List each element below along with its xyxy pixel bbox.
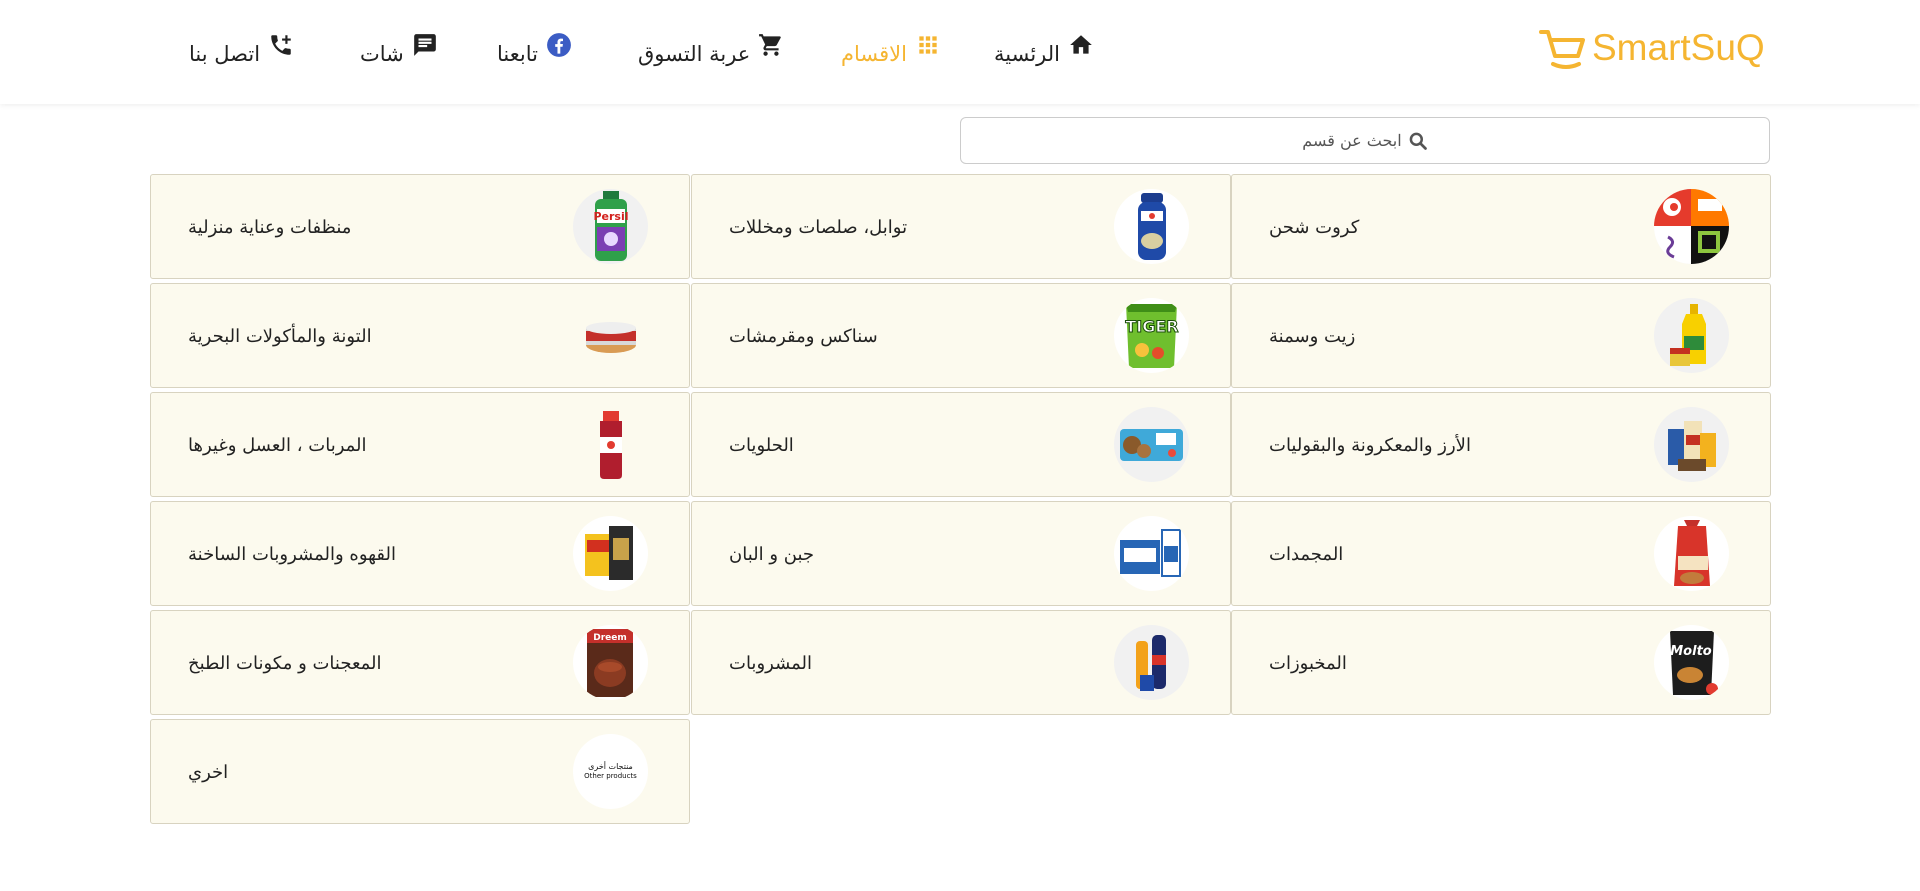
- category-search-field[interactable]: ابحث عن قسم: [960, 117, 1770, 164]
- tuna-can-image: [573, 298, 648, 373]
- nav-categories[interactable]: الاقسام: [841, 30, 941, 66]
- nav-home[interactable]: الرئسية: [994, 30, 1094, 66]
- search-placeholder: ابحث عن قسم: [1302, 131, 1402, 150]
- nav-cart[interactable]: عربة التسوق: [638, 30, 784, 66]
- category-card[interactable]: Molto المخبوزات: [1231, 610, 1771, 715]
- cart-icon: [759, 34, 782, 56]
- category-card[interactable]: زيت وسمنة: [1231, 283, 1771, 388]
- nav-cart-label: عربة التسوق: [638, 42, 751, 66]
- nav-chat[interactable]: شات: [360, 30, 438, 66]
- category-card[interactable]: القهوه والمشروبات الساخنة: [150, 501, 690, 606]
- dairy-image: [1114, 516, 1189, 591]
- category-card[interactable]: التونة والمأكولات البحرية: [150, 283, 690, 388]
- category-name: المخبوزات: [1269, 653, 1347, 674]
- top-header: SmartSuQ الرئسية الاقسام عربة التسوق تاب…: [0, 0, 1920, 104]
- coffee-image: [573, 516, 648, 591]
- category-card[interactable]: TIGER سناكس ومقرمشات: [691, 283, 1231, 388]
- chat-icon: [413, 34, 436, 56]
- search-icon: [1409, 132, 1427, 150]
- category-name: زيت وسمنة: [1269, 326, 1356, 347]
- svg-text:Dreem: Dreem: [593, 633, 627, 643]
- other-products-ar-text: منتجات أخرى: [588, 762, 633, 772]
- category-card[interactable]: الحلويات: [691, 392, 1231, 497]
- nav-categories-label: الاقسام: [841, 42, 907, 66]
- grid-icon: [919, 36, 937, 54]
- nav-follow-label: تابعنا: [497, 42, 538, 66]
- category-card[interactable]: الأرز والمعكرونة والبقوليات: [1231, 392, 1771, 497]
- category-card[interactable]: Dreem المعجنات و مكونات الطبخ: [150, 610, 690, 715]
- chips-image: TIGER: [1114, 298, 1189, 373]
- rice-pasta-image: [1654, 407, 1729, 482]
- cooking-image: Dreem: [573, 625, 648, 700]
- bakery-image: Molto: [1654, 625, 1729, 700]
- oil-image: [1654, 298, 1729, 373]
- category-name: الحلويات: [729, 435, 794, 456]
- home-icon: [1070, 35, 1092, 54]
- category-name: جبن و البان: [729, 544, 815, 565]
- detergent-image: Persil: [573, 189, 648, 264]
- category-card[interactable]: توابل، صلصات ومخللات: [691, 174, 1231, 279]
- category-card[interactable]: Persil منظفات وعناية منزلية: [150, 174, 690, 279]
- category-name: التونة والمأكولات البحرية: [188, 326, 372, 347]
- category-card[interactable]: المشروبات: [691, 610, 1231, 715]
- category-name: الأرز والمعكرونة والبقوليات: [1269, 435, 1471, 456]
- drinks-image: [1114, 625, 1189, 700]
- other-products-en-text: Other products: [584, 772, 637, 781]
- brand-name: SmartSuQ: [1592, 27, 1765, 68]
- nav-contact-label: اتصل بنا: [189, 42, 261, 66]
- category-card[interactable]: المربات ، العسل وغيرها: [150, 392, 690, 497]
- spices-image: [1114, 189, 1189, 264]
- category-name: كروت شحن: [1269, 217, 1360, 238]
- facebook-icon: [547, 33, 571, 57]
- frozen-food-image: [1654, 516, 1729, 591]
- category-card[interactable]: منتجات أخرى Other products اخري: [150, 719, 690, 824]
- category-name: المربات ، العسل وغيرها: [188, 435, 367, 456]
- nav-chat-label: شات: [360, 42, 404, 66]
- category-name: المشروبات: [729, 653, 813, 674]
- svg-text:Molto: Molto: [1670, 644, 1712, 659]
- category-name: اخري: [188, 762, 229, 783]
- recharge-cards-image: [1654, 189, 1729, 264]
- cart-logo-icon: [1539, 30, 1585, 69]
- category-name: المجمدات: [1269, 544, 1344, 565]
- nav-follow[interactable]: تابعنا: [497, 30, 572, 66]
- category-name: منظفات وعناية منزلية: [188, 217, 352, 238]
- phone-add-icon: [271, 35, 291, 55]
- svg-text:TIGER: TIGER: [1125, 317, 1178, 336]
- sweets-image: [1114, 407, 1189, 482]
- nav-home-label: الرئسية: [994, 42, 1060, 66]
- brand-logo[interactable]: SmartSuQ: [1538, 26, 1765, 70]
- category-name: القهوه والمشروبات الساخنة: [188, 544, 397, 565]
- jam-jar-image: [573, 407, 648, 482]
- category-card[interactable]: المجمدات: [1231, 501, 1771, 606]
- svg-text:Persil: Persil: [593, 210, 628, 223]
- category-card[interactable]: جبن و البان: [691, 501, 1231, 606]
- category-name: توابل، صلصات ومخللات: [729, 217, 908, 238]
- category-name: المعجنات و مكونات الطبخ: [188, 653, 382, 674]
- other-products-image: منتجات أخرى Other products: [573, 734, 648, 809]
- category-name: سناكس ومقرمشات: [729, 326, 878, 347]
- category-card[interactable]: كروت شحن: [1231, 174, 1771, 279]
- nav-contact[interactable]: اتصل بنا: [189, 30, 294, 66]
